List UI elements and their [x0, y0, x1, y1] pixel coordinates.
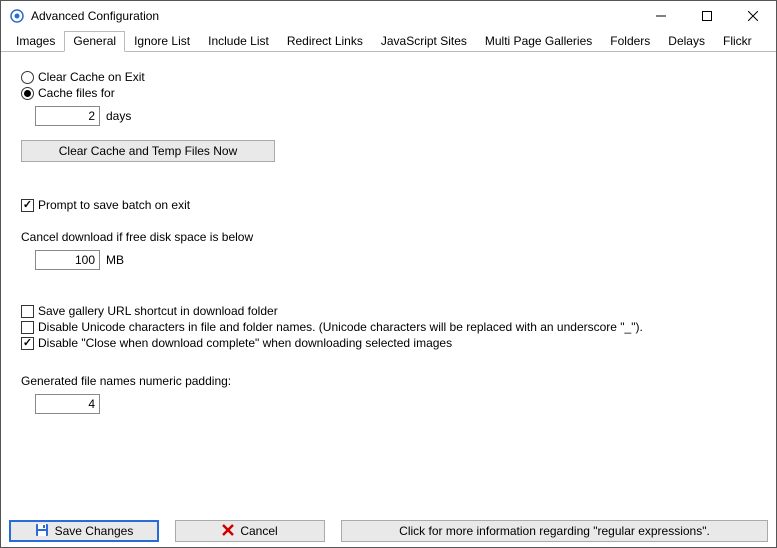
cancel-icon — [222, 524, 234, 539]
tab-folders[interactable]: Folders — [601, 31, 659, 52]
tab-redirect-links[interactable]: Redirect Links — [278, 31, 372, 52]
window-title: Advanced Configuration — [31, 9, 638, 23]
tab-panel-general: Clear Cache on Exit Cache files for days… — [1, 52, 776, 426]
checkbox-prompt-save-batch[interactable] — [21, 199, 34, 212]
radio-clear-cache-on-exit[interactable] — [21, 71, 34, 84]
maximize-button[interactable] — [684, 1, 730, 31]
checkbox-disable-unicode-label: Disable Unicode characters in file and f… — [38, 320, 643, 334]
checkbox-disable-close-label: Disable "Close when download complete" w… — [38, 336, 452, 350]
save-icon — [35, 523, 49, 540]
checkbox-disable-unicode[interactable] — [21, 321, 34, 334]
disk-space-unit: MB — [106, 253, 124, 267]
tab-general[interactable]: General — [64, 31, 125, 52]
checkbox-save-shortcut[interactable] — [21, 305, 34, 318]
tab-include-list[interactable]: Include List — [199, 31, 278, 52]
tab-javascript-sites[interactable]: JavaScript Sites — [372, 31, 476, 52]
radio-cache-files-for-label: Cache files for — [38, 86, 115, 100]
checkbox-prompt-save-batch-label: Prompt to save batch on exit — [38, 198, 190, 212]
radio-cache-files-for[interactable] — [21, 87, 34, 100]
radio-clear-cache-on-exit-label: Clear Cache on Exit — [38, 70, 145, 84]
cache-days-input[interactable] — [35, 106, 100, 126]
tabstrip: Images General Ignore List Include List … — [1, 31, 776, 52]
tab-flickr[interactable]: Flickr — [714, 31, 761, 52]
save-changes-button[interactable]: Save Changes — [9, 520, 159, 542]
clear-cache-now-button[interactable]: Clear Cache and Temp Files Now — [21, 140, 275, 162]
tab-multi-page-galleries[interactable]: Multi Page Galleries — [476, 31, 601, 52]
disk-space-label: Cancel download if free disk space is be… — [21, 230, 756, 244]
tab-ignore-list[interactable]: Ignore List — [125, 31, 199, 52]
cache-days-unit: days — [106, 109, 131, 123]
checkbox-disable-close[interactable] — [21, 337, 34, 350]
cancel-button[interactable]: Cancel — [175, 520, 325, 542]
minimize-button[interactable] — [638, 1, 684, 31]
titlebar: Advanced Configuration — [1, 1, 776, 31]
checkbox-save-shortcut-label: Save gallery URL shortcut in download fo… — [38, 304, 278, 318]
disk-space-input[interactable] — [35, 250, 100, 270]
bottom-bar: Save Changes Cancel Click for more infor… — [1, 517, 776, 547]
save-changes-label: Save Changes — [55, 524, 134, 538]
regex-info-button[interactable]: Click for more information regarding "re… — [341, 520, 768, 542]
tab-delays[interactable]: Delays — [659, 31, 714, 52]
app-icon — [9, 8, 25, 24]
cancel-label: Cancel — [240, 524, 277, 538]
padding-label: Generated file names numeric padding: — [21, 374, 756, 388]
close-button[interactable] — [730, 1, 776, 31]
tab-images[interactable]: Images — [7, 31, 64, 52]
padding-input[interactable] — [35, 394, 100, 414]
